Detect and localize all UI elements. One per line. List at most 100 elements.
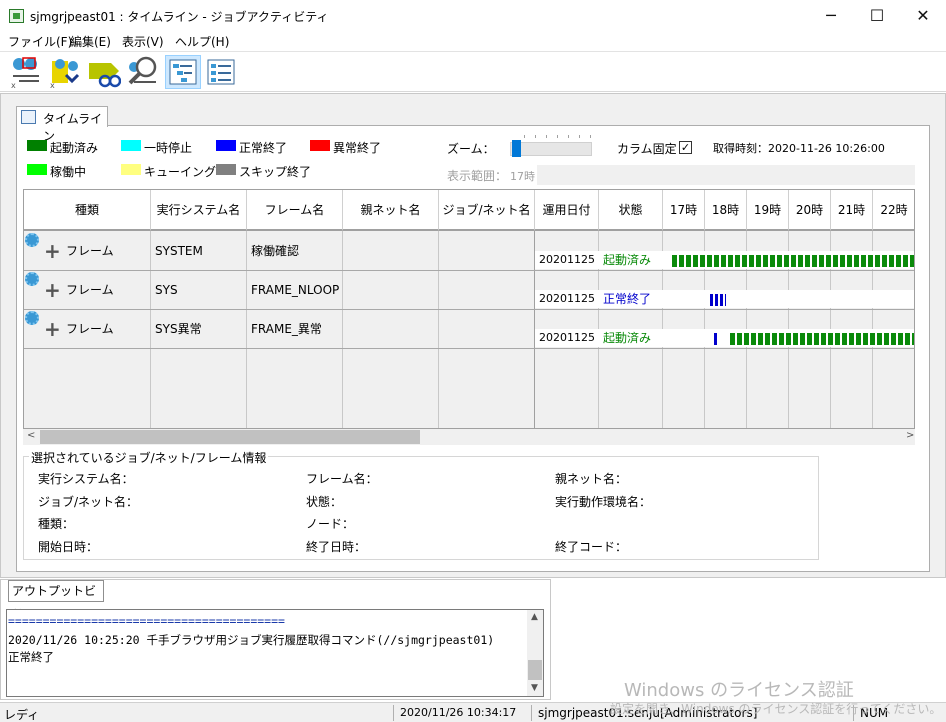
scroll-left-icon[interactable]: < [27, 430, 35, 441]
info-label: 状態： [306, 495, 343, 509]
header-type[interactable]: 種類 [24, 190, 151, 231]
legend-swatch [121, 140, 141, 151]
tab-timeline[interactable]: タイムライン [16, 106, 108, 143]
cell-status: 起動済み [603, 331, 652, 345]
header-hour: 21時 [831, 190, 873, 231]
activation-watermark-title: Windows のライセンス認証 [624, 680, 854, 701]
expand-icon[interactable]: + [44, 241, 61, 261]
menu-help[interactable]: ヘルプ(H) [175, 33, 229, 51]
output-line: 正常終了 [8, 650, 54, 664]
info-label: ノード： [306, 517, 355, 531]
menu-view[interactable]: 表示(V) [122, 33, 164, 51]
cell-date: 20201125 [539, 331, 595, 344]
legend-label: キューイング [144, 165, 217, 179]
header-system[interactable]: 実行システム名 [151, 190, 247, 231]
menu-file[interactable]: ファイル(F) [8, 33, 72, 51]
header-parent[interactable]: 親ネット名 [343, 190, 439, 231]
header-hour: 20時 [789, 190, 831, 231]
cell-type: フレーム [66, 322, 114, 336]
legend-swatch [27, 164, 47, 175]
header-hour: 22時 [873, 190, 914, 231]
svg-text:x: x [50, 81, 55, 89]
display-range-label: 表示範囲： [447, 169, 508, 183]
horizontal-scroll-thumb[interactable] [40, 430, 420, 444]
timeline-grid: 種類 実行システム名 フレーム名 親ネット名 ジョブ/ネット名 運用日付 状態 … [23, 189, 915, 429]
cell-system: SYS異常 [155, 322, 202, 336]
legend-label: 稼働中 [50, 165, 87, 179]
job-net-list-icon[interactable]: x [9, 55, 45, 90]
info-label: フレーム名： [306, 472, 378, 486]
header-frame[interactable]: フレーム名 [247, 190, 343, 231]
legend-label: スキップ終了 [239, 165, 312, 179]
scroll-right-icon[interactable]: > [906, 430, 914, 441]
job-refresh-icon[interactable]: x [48, 55, 84, 90]
legend-swatch [310, 140, 330, 151]
close-button[interactable]: ✕ [900, 0, 946, 32]
cell-status: 正常終了 [603, 292, 652, 306]
header-status[interactable]: 状態 [599, 190, 663, 231]
table-row[interactable]: + フレーム SYSTEM 稼働確認 20201125 起動済み [24, 231, 914, 270]
header-job[interactable]: ジョブ/ネット名 [439, 190, 535, 231]
cell-system: SYSTEM [155, 244, 203, 258]
header-date[interactable]: 運用日付 [535, 190, 599, 231]
zoom-label: ズーム： [447, 142, 495, 156]
timeline-view-icon[interactable] [165, 55, 201, 89]
svg-text:x: x [11, 81, 16, 89]
toolbar: x x [0, 52, 946, 92]
cell-type: フレーム [66, 283, 114, 297]
title-bar: sjmgrjpeast01 : タイムライン - ジョブアクティビティ ─ ☐ … [0, 0, 946, 32]
info-label: 開始日時： [38, 540, 99, 554]
timeline-bar [710, 294, 726, 306]
header-hour: 17時 [663, 190, 705, 231]
cell-type: フレーム [66, 244, 114, 258]
info-label: 種類： [38, 517, 75, 531]
tab-output-view[interactable]: アウトプットビュー [8, 580, 104, 618]
cell-date: 20201125 [539, 292, 595, 305]
gear-icon [25, 233, 39, 247]
table-row[interactable]: + フレーム SYS FRAME_NLOOP 20201125 正常終了 [24, 271, 914, 309]
table-row[interactable]: + フレーム SYS異常 FRAME_異常 20201125 起動済み [24, 310, 914, 348]
expand-icon[interactable]: + [44, 280, 61, 300]
sort-icon[interactable] [87, 55, 123, 89]
cell-frame: FRAME_NLOOP [251, 283, 340, 297]
acquired-time: 取得時刻：2020-11-26 10:26:00 [713, 142, 885, 155]
legend-label: 起動済み [50, 141, 99, 155]
legend-label: 異常終了 [333, 141, 382, 155]
info-label: ジョブ/ネット名： [38, 495, 139, 509]
status-ready: レディ [4, 708, 40, 722]
output-line: ======================================== [8, 614, 285, 628]
selected-info-group [23, 456, 819, 560]
scroll-up-icon[interactable]: ▲ [531, 612, 538, 622]
legend-label: 正常終了 [239, 141, 288, 155]
legend-swatch [216, 140, 236, 151]
display-range-box [537, 165, 915, 185]
scroll-down-icon[interactable]: ▼ [531, 683, 538, 693]
cell-frame: FRAME_異常 [251, 322, 322, 336]
cell-system: SYS [155, 283, 178, 297]
info-label: 終了日時： [306, 540, 367, 554]
maximize-button[interactable]: ☐ [854, 0, 900, 32]
minimize-button[interactable]: ─ [808, 0, 854, 32]
timeline-bar [714, 333, 717, 345]
header-hour: 19時 [747, 190, 789, 231]
gear-icon [25, 311, 39, 325]
timeline-bar [672, 255, 914, 267]
legend-label: 一時停止 [144, 141, 193, 155]
menu-edit[interactable]: 編集(E) [70, 33, 111, 51]
column-fix-checkbox[interactable]: ✓ [679, 141, 692, 154]
output-line: 2020/11/26 10:25:20 千手ブラウザ用ジョブ実行履歴取得コマンド… [8, 633, 495, 647]
cell-date: 20201125 [539, 253, 595, 266]
info-label: 親ネット名： [555, 472, 628, 486]
search-icon[interactable] [126, 55, 162, 89]
zoom-slider-track[interactable] [510, 142, 592, 156]
zoom-slider-thumb[interactable] [512, 140, 521, 157]
activation-watermark-text: 設定を開き、Windows のライセンス認証を行ってください。 [610, 702, 942, 716]
info-label: 実行動作環境名： [555, 495, 652, 509]
header-hour: 18時 [705, 190, 747, 231]
timeline-bar [730, 333, 914, 345]
vertical-scroll-thumb[interactable] [528, 660, 542, 680]
legend-swatch [216, 164, 236, 175]
expand-icon[interactable]: + [44, 319, 61, 339]
list-view-icon[interactable] [204, 55, 240, 89]
legend-swatch [27, 140, 47, 151]
